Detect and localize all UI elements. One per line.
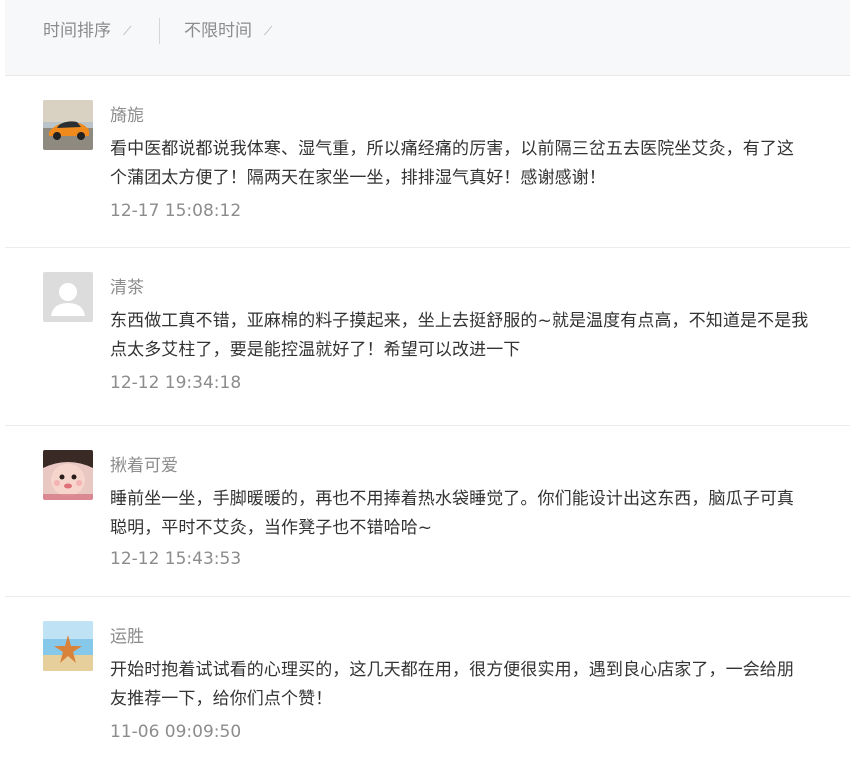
reviewer-name: 揪着可爱 bbox=[110, 456, 178, 476]
starfish-beach-avatar bbox=[43, 621, 93, 671]
sort-filter-label: 时间排序 bbox=[43, 21, 111, 41]
filter-divider bbox=[159, 18, 160, 44]
sort-caret-icon: ⟋ bbox=[123, 24, 132, 38]
review-time: 12-17 15:08:12 bbox=[110, 201, 242, 221]
reviewer-name: 旖旎 bbox=[110, 106, 144, 126]
default-user-avatar bbox=[43, 272, 93, 322]
time-filter-dropdown[interactable]: 不限时间 ⟋ bbox=[184, 20, 272, 43]
time-caret-icon: ⟋ bbox=[264, 24, 273, 38]
review-time: 11-06 09:09:50 bbox=[110, 722, 242, 742]
filter-bar: 时间排序 ⟋ 不限时间 ⟋ bbox=[5, 0, 850, 76]
review-item: 旖旎 看中医都说都说我体寒、湿气重，所以痛经痛的厉害，以前隔三岔五去医院坐艾灸，… bbox=[5, 76, 850, 248]
car-photo-avatar bbox=[43, 100, 93, 150]
reviewer-name: 运胜 bbox=[110, 627, 144, 647]
review-text: 看中医都说都说我体寒、湿气重，所以痛经痛的厉害，以前隔三岔五去医院坐艾灸，有了这… bbox=[110, 139, 794, 188]
review-text: 东西做工真不错，亚麻棉的料子摸起来，坐上去挺舒服的~就是温度有点高，不知道是不是… bbox=[110, 311, 809, 360]
time-filter-label: 不限时间 bbox=[184, 21, 252, 41]
review-item: 运胜 开始时抱着试试看的心理买的，这几天都在用，很方便很实用，遇到良心店家了，一… bbox=[5, 597, 850, 780]
review-item: 揪着可爱 睡前坐一坐，手脚暖暖的，再也不用捧着热水袋睡觉了。你们能设计出这东西，… bbox=[5, 426, 850, 597]
child-face-avatar bbox=[43, 450, 93, 500]
review-text: 开始时抱着试试看的心理买的，这几天都在用，很方便很实用，遇到良心店家了，一会给朋… bbox=[110, 660, 794, 709]
sort-filter-dropdown[interactable]: 时间排序 ⟋ bbox=[43, 20, 131, 43]
review-text: 睡前坐一坐，手脚暖暖的，再也不用捧着热水袋睡觉了。你们能设计出这东西，脑瓜子可真… bbox=[110, 489, 794, 538]
review-time: 12-12 19:34:18 bbox=[110, 373, 242, 393]
review-item: 清茶 东西做工真不错，亚麻棉的料子摸起来，坐上去挺舒服的~就是温度有点高，不知道… bbox=[5, 248, 850, 426]
reviewer-name: 清茶 bbox=[110, 278, 144, 298]
review-time: 12-12 15:43:53 bbox=[110, 549, 242, 569]
